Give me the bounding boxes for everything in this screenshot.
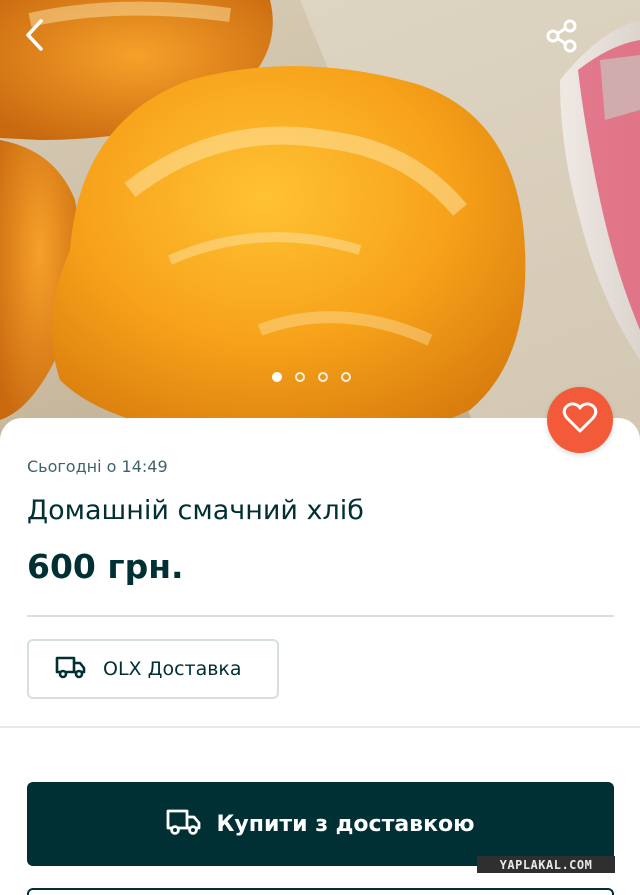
heart-icon bbox=[562, 402, 598, 438]
gallery-dot[interactable] bbox=[341, 372, 351, 382]
back-button[interactable] bbox=[22, 18, 66, 62]
posted-date: Сьогодні о 14:49 bbox=[27, 457, 168, 476]
truck-icon bbox=[55, 655, 87, 683]
listing-photo[interactable] bbox=[0, 0, 640, 440]
truck-icon bbox=[166, 808, 202, 840]
watermark: YAPLAKAL.COM bbox=[477, 856, 615, 873]
divider bbox=[27, 615, 614, 617]
secondary-button-edge[interactable] bbox=[27, 888, 614, 895]
listing-title: Домашній смачний хліб bbox=[27, 495, 364, 526]
listing-price: 600 грн. bbox=[27, 547, 184, 586]
listing-details: Сьогодні о 14:49 Домашній смачний хліб 6… bbox=[0, 418, 640, 895]
share-button[interactable] bbox=[544, 18, 590, 62]
gallery-dot[interactable] bbox=[295, 372, 305, 382]
section-divider bbox=[0, 726, 640, 728]
gallery-dot[interactable] bbox=[318, 372, 328, 382]
gallery-pagination bbox=[272, 372, 351, 382]
delivery-label: OLX Доставка bbox=[103, 658, 242, 680]
buy-with-delivery-button[interactable]: Купити з доставкою bbox=[27, 782, 614, 866]
olx-delivery-badge[interactable]: OLX Доставка bbox=[27, 639, 279, 699]
buy-button-label: Купити з доставкою bbox=[216, 811, 475, 837]
favorite-button[interactable] bbox=[547, 387, 613, 453]
gallery-dot[interactable] bbox=[272, 372, 282, 382]
